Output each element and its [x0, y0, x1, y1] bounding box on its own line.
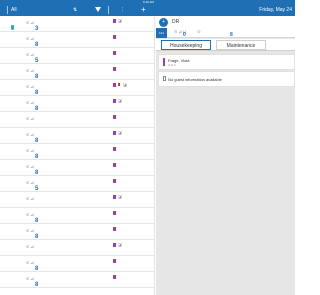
purple-tag: [113, 211, 116, 215]
no-guest-card: No guest information available: [158, 71, 295, 87]
status-icon: ⊙ ⊿: [26, 68, 34, 73]
more-menu-button[interactable]: ⋮: [120, 4, 125, 16]
tab-bar: Housekeeping Maintenance: [156, 39, 295, 51]
list-item[interactable]: ⊙ ⊿ 8 ◪: [0, 128, 154, 144]
purple-tag: [113, 19, 116, 23]
status-icon: ⊙ ⊿: [26, 164, 34, 169]
guest-card[interactable]: Frage, Viola 4 of 4: [158, 54, 295, 70]
list-item[interactable]: ⊙ ⊿: [0, 112, 154, 128]
list-item[interactable]: ⊙ ⊿ 8 ◪: [0, 96, 154, 112]
list-item[interactable]: ⊙ ⊿ 8: [0, 224, 154, 240]
top-toolbar: All ⇅ ⋮ + Friday, May 24: [0, 4, 295, 16]
room-count: 8: [230, 32, 233, 38]
list-item[interactable]: ⊙ ⊿ 5: [0, 176, 154, 192]
status-icon: ⊙ ⊿: [26, 132, 34, 137]
add-button[interactable]: +: [141, 4, 146, 16]
status-icon: ⊙ ⊿: [26, 212, 34, 217]
list-item[interactable]: ⊙ ⊿ 8: [0, 32, 154, 48]
list-item[interactable]: ⊙ ⊿ 8: [0, 208, 154, 224]
status-icon: ⊙ ⊿: [26, 100, 34, 105]
status-icon: ⊙ ⊿: [26, 36, 34, 41]
list-item[interactable]: ⊙ ⊿ 8: [0, 256, 154, 272]
purple-tag: [113, 179, 116, 183]
room-count: 0: [183, 32, 186, 38]
purple-tag: [113, 195, 116, 199]
status-icon: ⊙ ⊿: [26, 260, 34, 265]
room-code: DR: [172, 19, 180, 25]
toolbar-divider: [7, 6, 8, 14]
sort-icon[interactable]: ⇅: [73, 4, 77, 16]
status-icons: ⊙ ⊿ | | ⊙: [174, 29, 201, 34]
room-list[interactable]: ⊙ ⊿ 3 ◪ ⊙ ⊿ 8 ⊙ ⊿ 5 ⊙ ⊿ 8 ⊙ ⊿ 8 ◪ ⊙ ⊿ 8 ◪ ⊙ ⊿ ⊙ ⊿ 8 ◪ ⊙ ⊿ 8 ⊙…: [0, 16, 155, 295]
guest-marker: [163, 58, 165, 66]
document-icon: [163, 76, 166, 81]
water-icon: [11, 25, 14, 30]
purple-tag: [113, 275, 116, 279]
purple-tag: [113, 163, 116, 167]
status-icon: ⊙ ⊿: [26, 180, 34, 185]
purple-tag: [113, 35, 116, 39]
purple-tag: [113, 67, 116, 71]
plus-icon[interactable]: +: [159, 18, 168, 27]
room-header: + 121 DR ⊙ ⊿ | | ⊙ 0 8: [156, 16, 295, 38]
status-icon: ⊙ ⊿: [26, 228, 34, 233]
list-item[interactable]: ⊙ ⊿ 3 ◪: [0, 16, 154, 32]
no-guest-message: No guest information available: [168, 77, 222, 82]
current-date: Friday, May 24: [259, 7, 292, 13]
guest-sub: 4 of 4: [168, 63, 176, 67]
app-window: 9:16 AM All ⇅ ⋮ + Friday, May 24 ⊙ ⊿ 3 ◪ ⊙ …: [0, 0, 295, 295]
room-number: 121: [156, 28, 167, 38]
filter-all-button[interactable]: All: [11, 4, 17, 16]
list-item[interactable]: ⊙ ⊿ ◪: [0, 192, 154, 208]
tab-housekeeping[interactable]: Housekeeping: [161, 40, 211, 50]
status-icon: ⊙ ⊿: [26, 52, 34, 57]
status-icon: ⊙ ⊿: [26, 276, 34, 281]
status-icon: ⊙ ⊿: [26, 116, 34, 121]
purple-tag: [113, 131, 116, 135]
status-icon: ⊙ ⊿: [26, 196, 34, 201]
status-icon: ⊙ ⊿: [26, 84, 34, 89]
toolbar-divider: [108, 6, 109, 14]
list-item[interactable]: ⊙ ⊿ 8: [0, 272, 154, 288]
red-tag: [118, 83, 120, 86]
purple-tag: [113, 243, 116, 247]
status-icon: ⊙ ⊿: [26, 244, 34, 249]
purple-tag: [113, 259, 116, 263]
list-item[interactable]: ⊙ ⊿ ◪: [0, 240, 154, 256]
purple-tag: [113, 227, 116, 231]
list-item[interactable]: ⊙ ⊿ 8: [0, 64, 154, 80]
status-icon: ⊙ ⊿: [26, 20, 34, 25]
list-item[interactable]: ⊙ ⊿ 5: [0, 48, 154, 64]
purple-tag: [113, 99, 116, 103]
room-count: 8: [35, 282, 39, 288]
grey-tag: ◪: [118, 98, 122, 103]
grey-tag: ◪: [118, 194, 122, 199]
list-item[interactable]: ⊙ ⊿ 8: [0, 160, 154, 176]
purple-tag: [113, 115, 116, 119]
status-icon: ⊙ ⊿: [26, 148, 34, 153]
list-item[interactable]: ⊙ ⊿ 8: [0, 144, 154, 160]
detail-panel: + 121 DR ⊙ ⊿ | | ⊙ 0 8 Housekeeping Main…: [156, 16, 295, 295]
grey-tag: ◪: [123, 82, 127, 87]
grey-tag: ◪: [118, 18, 122, 23]
purple-tag: [113, 83, 116, 87]
grey-tag: ◪: [118, 242, 122, 247]
purple-tag: [113, 51, 116, 55]
grey-tag: ◪: [118, 130, 122, 135]
list-item[interactable]: ⊙ ⊿ 8 ◪: [0, 80, 154, 96]
tab-maintenance[interactable]: Maintenance: [216, 40, 266, 50]
purple-tag: [113, 147, 116, 151]
funnel-icon[interactable]: [95, 7, 101, 12]
